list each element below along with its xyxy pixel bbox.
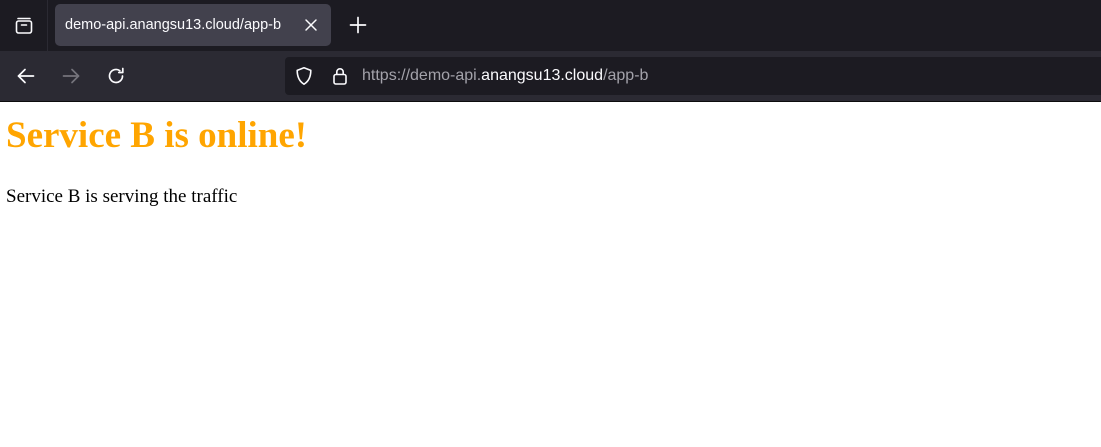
url-prefix: https://demo-api. [362,67,482,84]
shield-icon [294,66,314,86]
page-heading: Service B is online! [6,115,308,156]
new-tab-button[interactable] [343,10,373,40]
lock-icon [330,66,350,86]
reload-icon [106,66,126,86]
reload-button[interactable] [101,61,131,91]
plus-icon [349,16,367,34]
tab-title: demo-api.anangsu13.cloud/app-b [65,17,282,33]
close-icon [304,18,318,32]
forward-button[interactable] [56,61,86,91]
page-paragraph: Service B is serving the traffic [6,186,238,207]
tab-list-button[interactable] [0,0,48,51]
url-text[interactable]: https://demo-api.anangsu13.cloud/app-b [362,57,648,95]
arrow-left-icon [16,66,36,86]
url-path: /app-b [603,67,649,84]
tracking-protection-button[interactable] [294,66,314,86]
browser-window: demo-api.anangsu13.cloud/app-b https://d… [0,0,1101,447]
tab-list-icon [14,16,34,36]
tab-strip: demo-api.anangsu13.cloud/app-b [0,0,1101,51]
address-bar[interactable]: https://demo-api.anangsu13.cloud/app-b [285,57,1101,95]
url-domain: anangsu13.cloud [481,67,604,84]
tab-close-button[interactable] [301,15,321,35]
page-content: Service B is online! Service B is servin… [0,102,1101,447]
navigation-toolbar: https://demo-api.anangsu13.cloud/app-b [0,51,1101,101]
tab-active[interactable]: demo-api.anangsu13.cloud/app-b [55,4,331,46]
arrow-right-icon [61,66,81,86]
back-button[interactable] [11,61,41,91]
site-security-button[interactable] [330,66,350,86]
